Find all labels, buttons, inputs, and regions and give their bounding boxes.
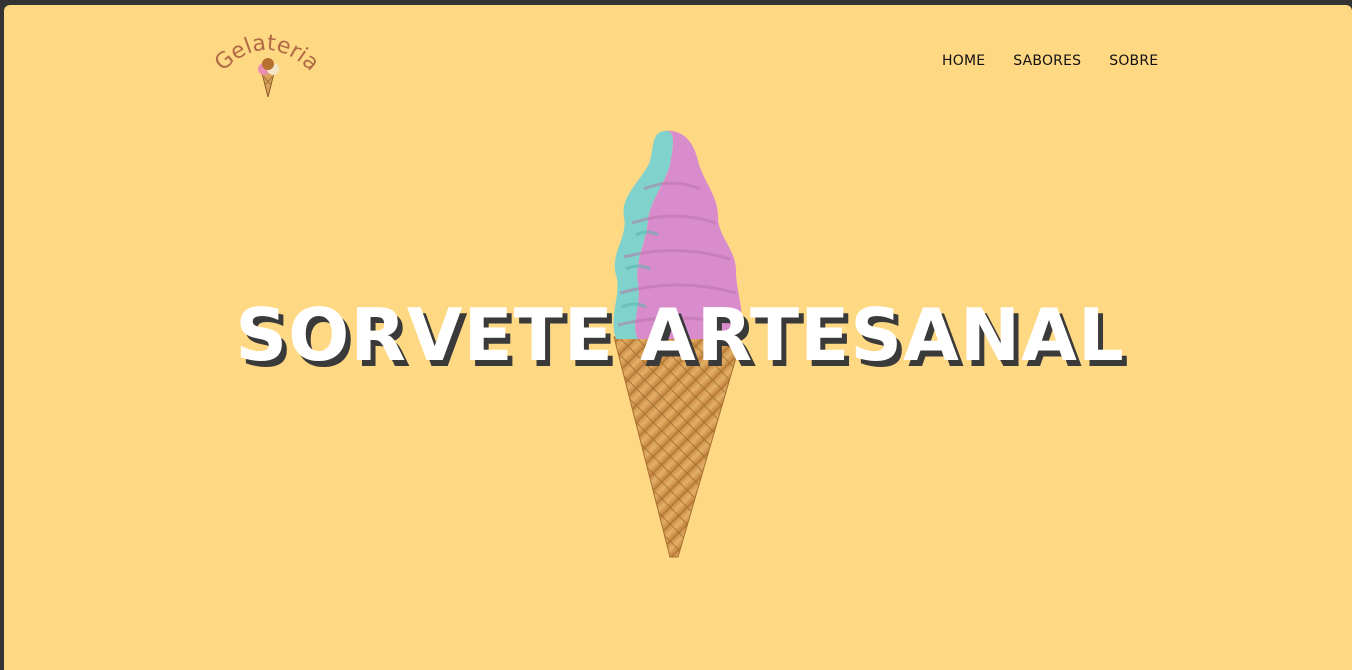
nav-sobre[interactable]: SOBRE xyxy=(1109,53,1158,69)
browser-viewport: Gelateria HOME SABORES SOBRE SORVETE ART… xyxy=(4,5,1352,670)
logo-cone-icon xyxy=(258,58,279,98)
gelateria-logo[interactable]: Gelateria xyxy=(208,29,324,101)
nav-sabores[interactable]: SABORES xyxy=(1013,53,1081,69)
main-nav: HOME SABORES SOBRE xyxy=(942,53,1158,69)
nav-home[interactable]: HOME xyxy=(942,53,985,69)
hero-title: SORVETE ARTESANAL xyxy=(235,293,1125,377)
